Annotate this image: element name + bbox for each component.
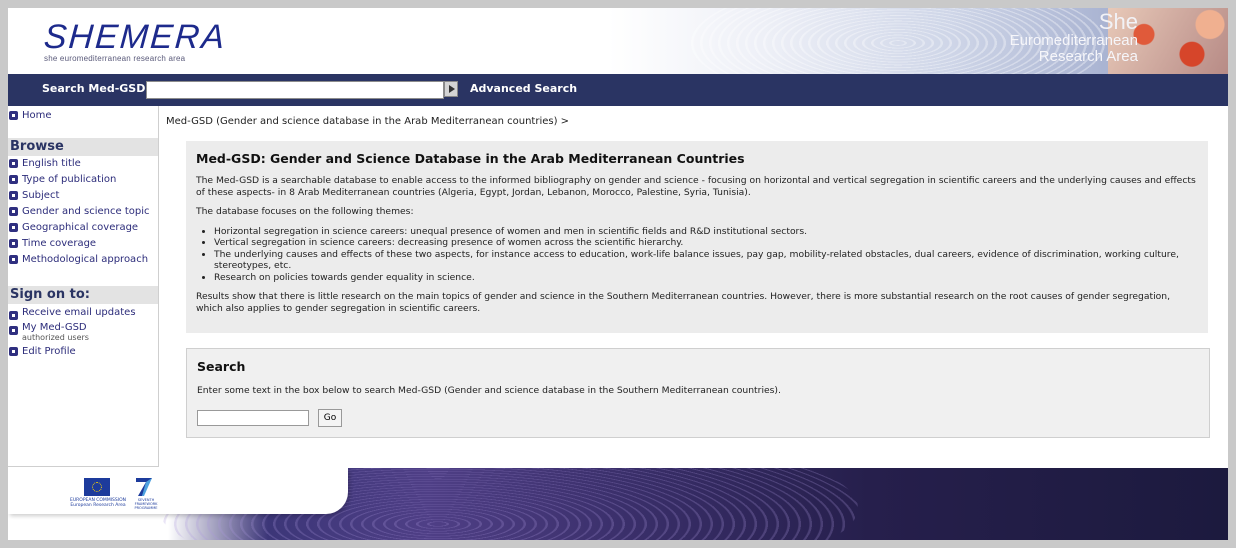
bullet-icon: [9, 347, 18, 356]
sidebar-item-label: Home: [22, 110, 52, 121]
bullet-icon: [9, 207, 18, 216]
bullet-icon: [9, 311, 18, 320]
bullet-icon: [9, 255, 18, 264]
sidebar-item-label: Receive email updates: [22, 307, 136, 318]
bullet-icon: [9, 326, 18, 335]
bullet-icon: [9, 159, 18, 168]
search-title: Search: [197, 359, 246, 374]
results-paragraph: Results show that there is little resear…: [196, 291, 1171, 314]
search-input[interactable]: [197, 410, 309, 426]
brand-line2: Research Area: [1038, 48, 1138, 65]
footer: EUROPEAN COMMISSION European Research Ar…: [8, 468, 1228, 540]
list-item: The underlying causes and effects of the…: [214, 249, 1198, 272]
search-label: Search Med-GSD: [42, 82, 146, 95]
sidebar-item-label: English title: [22, 158, 81, 169]
brand-she: She: [1098, 9, 1138, 34]
sidebar-item-gender-and-science-topic[interactable]: Gender and science topic: [8, 204, 158, 220]
sidebar-item-geographical-coverage[interactable]: Geographical coverage: [8, 220, 158, 236]
search-nav-bar: Search Med-GSD Advanced Search: [8, 74, 1228, 106]
sidebar: Home Browse English title Type of public…: [8, 106, 159, 467]
page-title: Med-GSD: Gender and Science Database in …: [196, 151, 745, 166]
fp7-label: SEVENTH FRAMEWORK PROGRAMME: [134, 498, 158, 510]
sidebar-item-my-medgsd[interactable]: My Med-GSD authorized users: [8, 322, 158, 342]
sidebar-item-subject[interactable]: Subject: [8, 188, 158, 204]
top-search-go-arrow-icon[interactable]: [444, 81, 458, 97]
bullet-icon: [9, 191, 18, 200]
breadcrumb[interactable]: Med-GSD (Gender and science database in …: [166, 116, 569, 127]
list-item: Vertical segregation in science careers:…: [214, 237, 1198, 249]
advanced-search-link[interactable]: Advanced Search: [470, 82, 577, 95]
intro-paragraph: The Med-GSD is a searchable database to …: [196, 175, 1196, 198]
sidebar-item-label: Geographical coverage: [22, 222, 139, 233]
bullet-icon: [9, 223, 18, 232]
top-search-input[interactable]: [146, 81, 444, 99]
sidebar-item-label: My Med-GSD: [22, 322, 87, 333]
sidebar-item-receive-email[interactable]: Receive email updates: [8, 307, 158, 320]
sidebar-item-label: Time coverage: [22, 238, 97, 249]
intro-panel: Med-GSD: Gender and Science Database in …: [186, 141, 1208, 333]
list-item: Horizontal segregation in science career…: [214, 226, 1198, 238]
sidebar-item-time-coverage[interactable]: Time coverage: [8, 236, 158, 252]
sidebar-item-label: Type of publication: [22, 174, 117, 185]
sidebar-item-english-title[interactable]: English title: [8, 156, 158, 172]
sign-on-heading: Sign on to:: [8, 286, 158, 304]
bullet-icon: [9, 239, 18, 248]
header: SHEMERA she euromediterranean research a…: [8, 8, 1228, 74]
eu-label: EUROPEAN COMMISSION European Research Ar…: [70, 498, 126, 508]
sidebar-item-label: Subject: [22, 190, 60, 201]
sidebar-item-home[interactable]: Home: [8, 108, 158, 124]
browse-heading: Browse: [8, 138, 158, 156]
list-item: Research on policies towards gender equa…: [214, 272, 1198, 284]
themes-list: Horizontal segregation in science career…: [196, 226, 1198, 284]
eu-flag-icon[interactable]: [84, 478, 110, 496]
bullet-icon: [9, 175, 18, 184]
sidebar-item-type-of-publication[interactable]: Type of publication: [8, 172, 158, 188]
bullet-icon: [9, 111, 18, 120]
brand-line1: Euromediterranean: [1009, 32, 1138, 49]
sidebar-item-methodological-approach[interactable]: Methodological approach: [8, 252, 158, 268]
search-panel: Search Enter some text in the box below …: [186, 348, 1210, 438]
brand-tagline: She Euromediterranean Research Area: [1010, 11, 1138, 65]
sidebar-item-label: Methodological approach: [22, 254, 149, 265]
sidebar-item-label: Gender and science topic: [22, 206, 150, 217]
footer-logo-panel: EUROPEAN COMMISSION European Research Ar…: [8, 468, 348, 514]
themes-intro: The database focuses on the following th…: [196, 206, 414, 217]
go-button[interactable]: Go: [318, 409, 342, 427]
shemera-logo[interactable]: SHEMERA she euromediterranean research a…: [42, 18, 228, 63]
sidebar-item-edit-profile[interactable]: Edit Profile: [8, 344, 158, 360]
sidebar-item-label: Edit Profile: [22, 346, 76, 357]
fp7-logo-icon[interactable]: [134, 476, 154, 498]
logo-text: SHEMERA: [42, 18, 228, 56]
page: SHEMERA she euromediterranean research a…: [8, 8, 1228, 540]
authorized-users-note: authorized users: [22, 333, 89, 342]
search-description: Enter some text in the box below to sear…: [197, 385, 781, 396]
